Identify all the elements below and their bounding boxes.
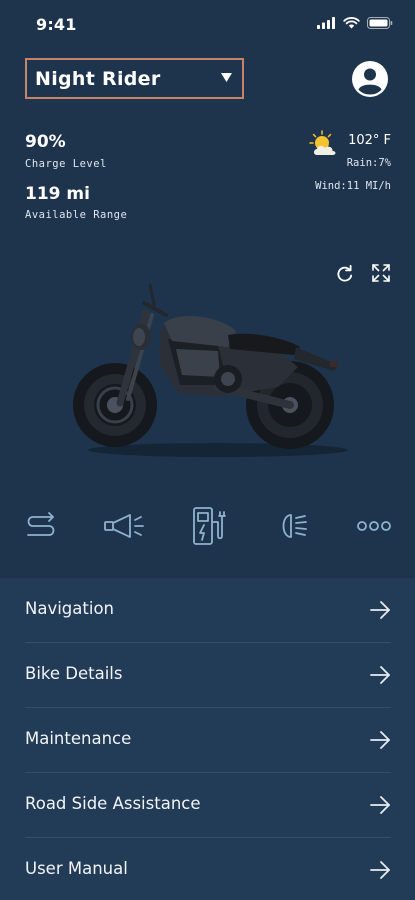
bike-name: Night Rider xyxy=(35,67,161,90)
charging-station-icon xyxy=(193,507,226,545)
app-screen: 9:41 Night Rider 90% Charge Level 119 mi… xyxy=(0,0,415,900)
menu-item-user-manual[interactable]: User Manual xyxy=(0,838,415,900)
menu-item-label: Road Side Assistance xyxy=(25,794,201,813)
expand-icon[interactable] xyxy=(372,264,390,282)
menu-item-label: Maintenance xyxy=(25,729,132,748)
route-icon xyxy=(27,512,55,536)
more-icon xyxy=(357,521,391,531)
caret-down-icon xyxy=(221,73,232,82)
bike-selector-dropdown[interactable]: Night Rider xyxy=(25,58,244,99)
charging-station-button[interactable] xyxy=(186,504,230,548)
arrow-right-icon xyxy=(370,731,390,749)
arrow-right-icon xyxy=(370,666,390,684)
horn-button[interactable] xyxy=(102,504,148,548)
menu-item-road-side-assistance[interactable]: Road Side Assistance xyxy=(0,773,415,838)
horn-icon xyxy=(104,514,144,538)
profile-icon[interactable] xyxy=(352,61,388,97)
partly-sunny-icon xyxy=(309,130,336,155)
rain-chance: Rain:7% xyxy=(346,157,391,169)
available-range-label: Available Range xyxy=(25,209,128,221)
status-time: 9:41 xyxy=(36,15,77,34)
status-icons xyxy=(317,17,393,29)
menu-item-label: Bike Details xyxy=(25,664,123,683)
menu-item-bike-details[interactable]: Bike Details xyxy=(0,643,415,708)
status-bar: 9:41 xyxy=(0,0,415,48)
charge-level-label: Charge Level xyxy=(25,158,107,170)
arrow-right-icon xyxy=(370,861,390,879)
headlight-icon xyxy=(282,514,307,538)
arrow-right-icon xyxy=(370,601,390,619)
arrow-right-icon xyxy=(370,796,390,814)
wifi-icon xyxy=(343,17,360,29)
route-button[interactable] xyxy=(19,504,63,548)
menu-item-navigation[interactable]: Navigation xyxy=(0,578,415,643)
wind-speed: Wind:11 MI/h xyxy=(315,180,391,192)
battery-icon xyxy=(367,17,393,29)
available-range-value: 119 mi xyxy=(25,184,90,204)
menu-item-label: Navigation xyxy=(25,599,114,618)
headlight-button[interactable] xyxy=(271,504,315,548)
charge-level-value: 90% xyxy=(25,132,66,152)
menu-list: Navigation Bike Details Maintenance Road… xyxy=(0,578,415,900)
motorcycle-image xyxy=(73,283,348,457)
menu-item-label: User Manual xyxy=(25,859,128,878)
temperature: 102° F xyxy=(348,133,391,148)
menu-item-maintenance[interactable]: Maintenance xyxy=(0,708,415,773)
signal-icon xyxy=(317,17,335,29)
more-options-button[interactable] xyxy=(354,504,394,548)
